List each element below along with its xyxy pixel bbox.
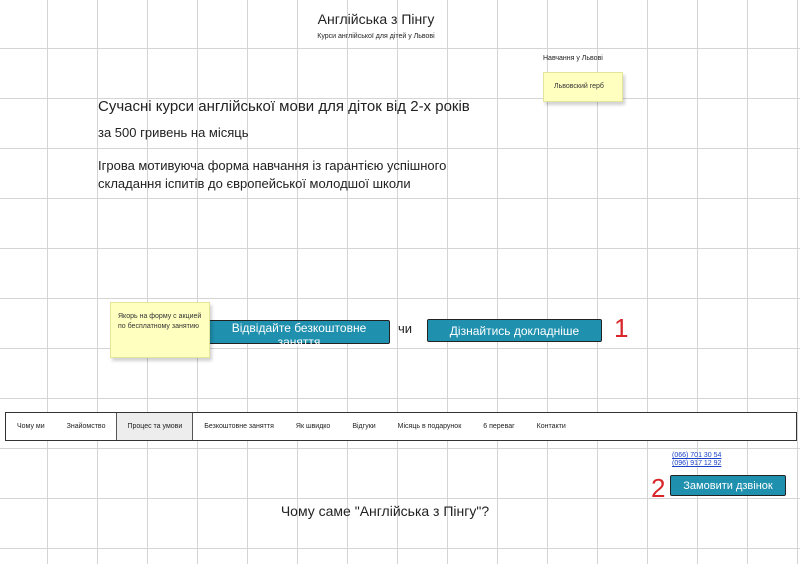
site-title: Англійська з Пінгу [317, 11, 435, 27]
phone-link-1[interactable]: (066) 701 30 54 [672, 452, 721, 460]
nav-item-free-lesson[interactable]: Безкоштовне заняття [193, 413, 285, 440]
or-text: чи [398, 321, 413, 336]
coat-of-arms-note: Львовский герб [543, 72, 623, 102]
lviv-label: Навчання у Львові [543, 55, 603, 62]
learn-more-button[interactable]: Дізнайтись докладніше [427, 319, 602, 342]
nav-item-free-month[interactable]: Місяць в подарунок [387, 413, 473, 440]
hero-description: Ігрова мотивуюча форма навчання із гаран… [98, 158, 447, 191]
nav-item-acquaintance[interactable]: Знайомство [56, 413, 117, 440]
section-title: Чому саме "Англійська з Пінгу"? [280, 503, 490, 519]
nav-item-reviews[interactable]: Відгуки [341, 413, 386, 440]
hero-heading: Сучасні курси англійської мови для діток… [98, 98, 470, 115]
hero-price: за 500 гривень на місяць [98, 125, 249, 140]
nav-item-advantages[interactable]: 6 переваг [472, 413, 525, 440]
anchor-note: Якорь на форму с акцией по бесплатному з… [110, 302, 210, 358]
phone-list: (066) 701 30 54 (096) 917 12 92 [672, 452, 721, 468]
site-subtitle: Курси англійської для дітей у Львові [317, 33, 435, 40]
nav-item-process[interactable]: Процес та умови [116, 413, 194, 440]
marker-1: 1 [614, 313, 629, 343]
nav-item-how-fast[interactable]: Як швидко [285, 413, 341, 440]
marker-2: 2 [651, 473, 666, 503]
phone-link-2[interactable]: (096) 917 12 92 [672, 460, 721, 468]
free-lesson-button[interactable]: Відвідайте безкоштовне заняття [208, 320, 390, 349]
nav-item-why-us[interactable]: Чому ми [6, 413, 56, 440]
nav-item-contacts[interactable]: Контакти [526, 413, 577, 440]
callback-button[interactable]: Замовити дзвінок [670, 475, 786, 496]
main-nav: Чому ми Знайомство Процес та умови Безко… [5, 412, 797, 441]
